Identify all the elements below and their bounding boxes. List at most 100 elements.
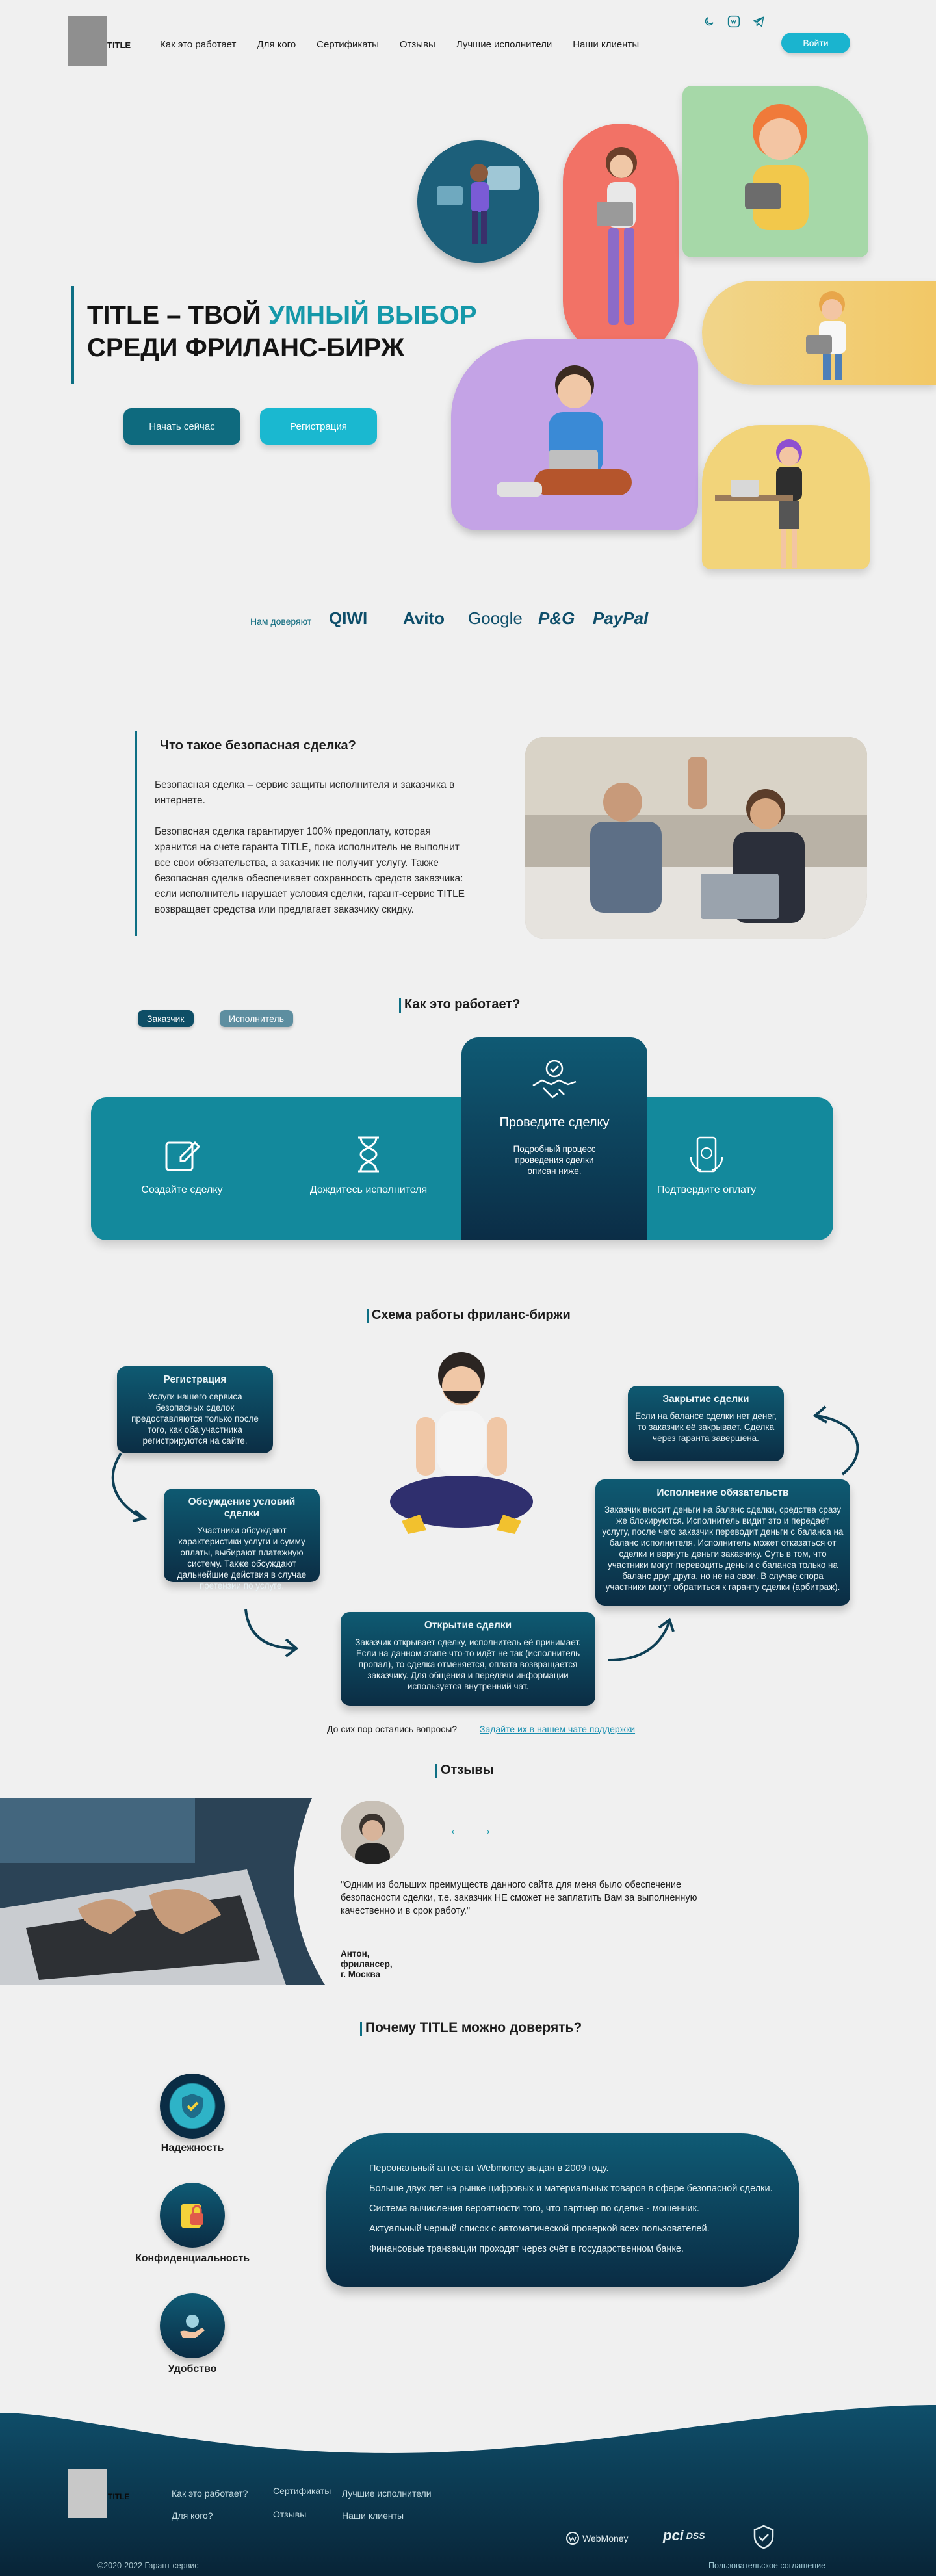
scheme-card-closing: Закрытие сделки Если на балансе сделки н… xyxy=(628,1386,784,1461)
hero-accent-bar xyxy=(72,286,74,384)
moon-icon[interactable] xyxy=(702,14,716,29)
reliability-shield-icon xyxy=(160,2074,225,2139)
footer-logo-image[interactable] xyxy=(68,2469,107,2518)
logo-text[interactable]: TITLE xyxy=(107,40,131,50)
security-shield-icon xyxy=(753,2525,775,2551)
step-wait-executor[interactable]: Дождитесь исполнителя xyxy=(299,1134,438,1196)
scheme-card-text: Если на балансе сделки нет денег, то зак… xyxy=(635,1411,777,1443)
scheme-title: Схема работы фриланс-биржи xyxy=(367,1308,571,1323)
header-icons xyxy=(702,14,766,29)
trust-fact: Система вычисления вероятности того, что… xyxy=(369,2204,699,2214)
step-wait-executor-label: Дождитесь исполнителя xyxy=(309,1184,428,1195)
safe-deal-photo xyxy=(525,737,867,939)
confidentiality-lock-icon xyxy=(160,2183,225,2248)
convenience-label: Удобство xyxy=(168,2363,217,2374)
hero-title-part2: СРЕДИ ФРИЛАНС-БИРЖ xyxy=(87,333,405,362)
hero-yellow-illustration xyxy=(702,281,936,385)
footer-link-clients[interactable]: Наши клиенты xyxy=(342,2510,404,2521)
start-now-button[interactable]: Начать сейчас xyxy=(124,408,240,445)
tab-customer[interactable]: Заказчик xyxy=(138,1010,194,1027)
confidentiality-label: Конфиденциальность xyxy=(135,2253,250,2264)
hero-pill-illustration xyxy=(563,124,679,359)
scheme-card-title: Исполнение обязательств xyxy=(656,1487,789,1498)
safe-deal-accent-bar xyxy=(135,731,137,936)
footer-link-how[interactable]: Как это работает? xyxy=(172,2488,248,2499)
vk-icon[interactable] xyxy=(727,14,741,29)
convenience-hand-icon xyxy=(160,2293,225,2358)
nav-for-whom[interactable]: Для кого xyxy=(257,39,296,50)
login-button[interactable]: Войти xyxy=(781,33,850,53)
scheme-card-title: Открытие сделки xyxy=(424,1620,512,1631)
brand-pg: P&G xyxy=(538,608,575,628)
hero-title-part1: TITLE – ТВОЙ xyxy=(87,301,268,330)
safe-deal-paragraph-2: Безопасная сделка гарантирует 100% предо… xyxy=(155,826,465,915)
register-button[interactable]: Регистрация xyxy=(260,408,377,445)
scheme-card-execution: Исполнение обязательств Заказчик вносит … xyxy=(595,1479,850,1606)
safe-deal-text: Безопасная сделка – сервис защиты исполн… xyxy=(155,777,467,918)
reliability-label: Надежность xyxy=(161,2142,224,2153)
step-create-deal-label: Создайте сделку xyxy=(141,1184,223,1195)
telegram-icon[interactable] xyxy=(751,14,766,29)
tab-executor[interactable]: Исполнитель xyxy=(220,1010,293,1027)
trust-fact: Персональный аттестат Webmoney выдан в 2… xyxy=(369,2163,609,2174)
trust-facts-card: Персональный аттестат Webmoney выдан в 2… xyxy=(326,2133,800,2287)
questions-text: До сих пор остались вопросы? xyxy=(327,1724,458,1734)
nav-best-executors[interactable]: Лучшие исполнители xyxy=(456,39,552,50)
nav-reviews[interactable]: Отзывы xyxy=(400,39,436,50)
nav-how-it-works[interactable]: Как это работает xyxy=(160,39,236,50)
step-conduct-deal[interactable]: Проведите сделку Подробный процесс прове… xyxy=(462,1037,647,1240)
review-author-city: г. Москва xyxy=(341,1970,380,1979)
nav-clients[interactable]: Наши клиенты xyxy=(573,39,639,50)
scheme-card-text: Услуги нашего сервиса безопасных сделок … xyxy=(131,1392,259,1446)
trust-fact: Актуальный черный список с автоматическо… xyxy=(369,2224,710,2234)
hero-title-accent: УМНЫЙ ВЫБОР xyxy=(268,301,477,330)
hero-green-illustration xyxy=(682,86,868,257)
review-prev-icon[interactable]: ← xyxy=(448,1821,463,1838)
meditating-person-illustration xyxy=(384,1346,540,1560)
step-conduct-text: Подробный процесс проведения сделки опис… xyxy=(513,1144,596,1176)
step-confirm-payment-label: Подтвердите оплату xyxy=(656,1184,757,1195)
pci-dss-logo: pci DSS xyxy=(663,2527,705,2543)
footer-logo-text[interactable]: TITLE xyxy=(108,2492,129,2501)
reviews-title: Отзывы xyxy=(436,1763,494,1778)
footer-link-for-whom[interactable]: Для кого? xyxy=(172,2510,213,2521)
safe-deal-title: Что такое безопасная сделка? xyxy=(160,738,356,753)
scheme-card-registration: Регистрация Услуги нашего сервиса безопа… xyxy=(117,1366,273,1453)
trust-label: Нам доверяют xyxy=(250,616,312,627)
footer-link-best-executors[interactable]: Лучшие исполнители xyxy=(342,2488,432,2499)
hourglass-icon xyxy=(348,1134,389,1175)
step-conduct-title: Проведите сделку xyxy=(499,1115,610,1130)
scheme-card-text: Заказчик вносит деньги на баланс сделки,… xyxy=(602,1505,844,1592)
reviews-laptop-photo xyxy=(0,1798,325,1985)
main-nav: Как это работает Для кого Сертификаты От… xyxy=(160,39,639,50)
scheme-card-text: Заказчик открывает сделку, исполнитель е… xyxy=(355,1637,581,1691)
reviewer-avatar xyxy=(341,1801,404,1864)
webmoney-icon xyxy=(566,2532,579,2545)
brand-qiwi: QIWI xyxy=(329,608,368,628)
safe-deal-paragraph-1: Безопасная сделка – сервис защиты исполн… xyxy=(155,779,455,806)
step-confirm-payment[interactable]: Подтвердите оплату xyxy=(637,1134,776,1196)
copyright: ©2020-2022 Гарант сервис xyxy=(98,2561,199,2570)
why-trust-title: Почему TITLE можно доверять? xyxy=(359,2020,582,2036)
review-quote: "Одним из больших преимуществ данного са… xyxy=(341,1880,697,1916)
support-chat-link[interactable]: Задайте их в нашем чате поддержки xyxy=(480,1724,635,1734)
brand-paypal: PayPal xyxy=(593,608,649,628)
scheme-card-opening: Открытие сделки Заказчик открывает сделк… xyxy=(341,1612,595,1706)
user-agreement-link[interactable]: Пользовательское соглашение xyxy=(708,2561,826,2570)
arrow-4-icon xyxy=(812,1405,859,1476)
footer-background xyxy=(0,2405,936,2576)
review-next-icon[interactable]: → xyxy=(478,1821,493,1838)
nav-certificates[interactable]: Сертификаты xyxy=(317,39,379,50)
footer-link-reviews[interactable]: Отзывы xyxy=(273,2509,306,2519)
scheme-card-title: Закрытие сделки xyxy=(662,1394,749,1405)
step-create-deal[interactable]: Создайте сделку xyxy=(130,1134,234,1196)
footer-link-certificates[interactable]: Сертификаты xyxy=(273,2486,331,2496)
edit-icon xyxy=(161,1134,203,1175)
scheme-card-discussion: Обсуждение условий сделки Участники обсу… xyxy=(164,1489,320,1591)
brand-avito: Avito xyxy=(403,608,445,628)
handshake-icon xyxy=(530,1057,578,1105)
scheme-card-text: Участники обсуждают характеристики услуг… xyxy=(177,1526,307,1591)
brand-google: Google xyxy=(468,608,523,628)
logo-image[interactable] xyxy=(68,16,107,66)
trust-fact: Финансовые транзакции проходят через счё… xyxy=(369,2244,684,2254)
